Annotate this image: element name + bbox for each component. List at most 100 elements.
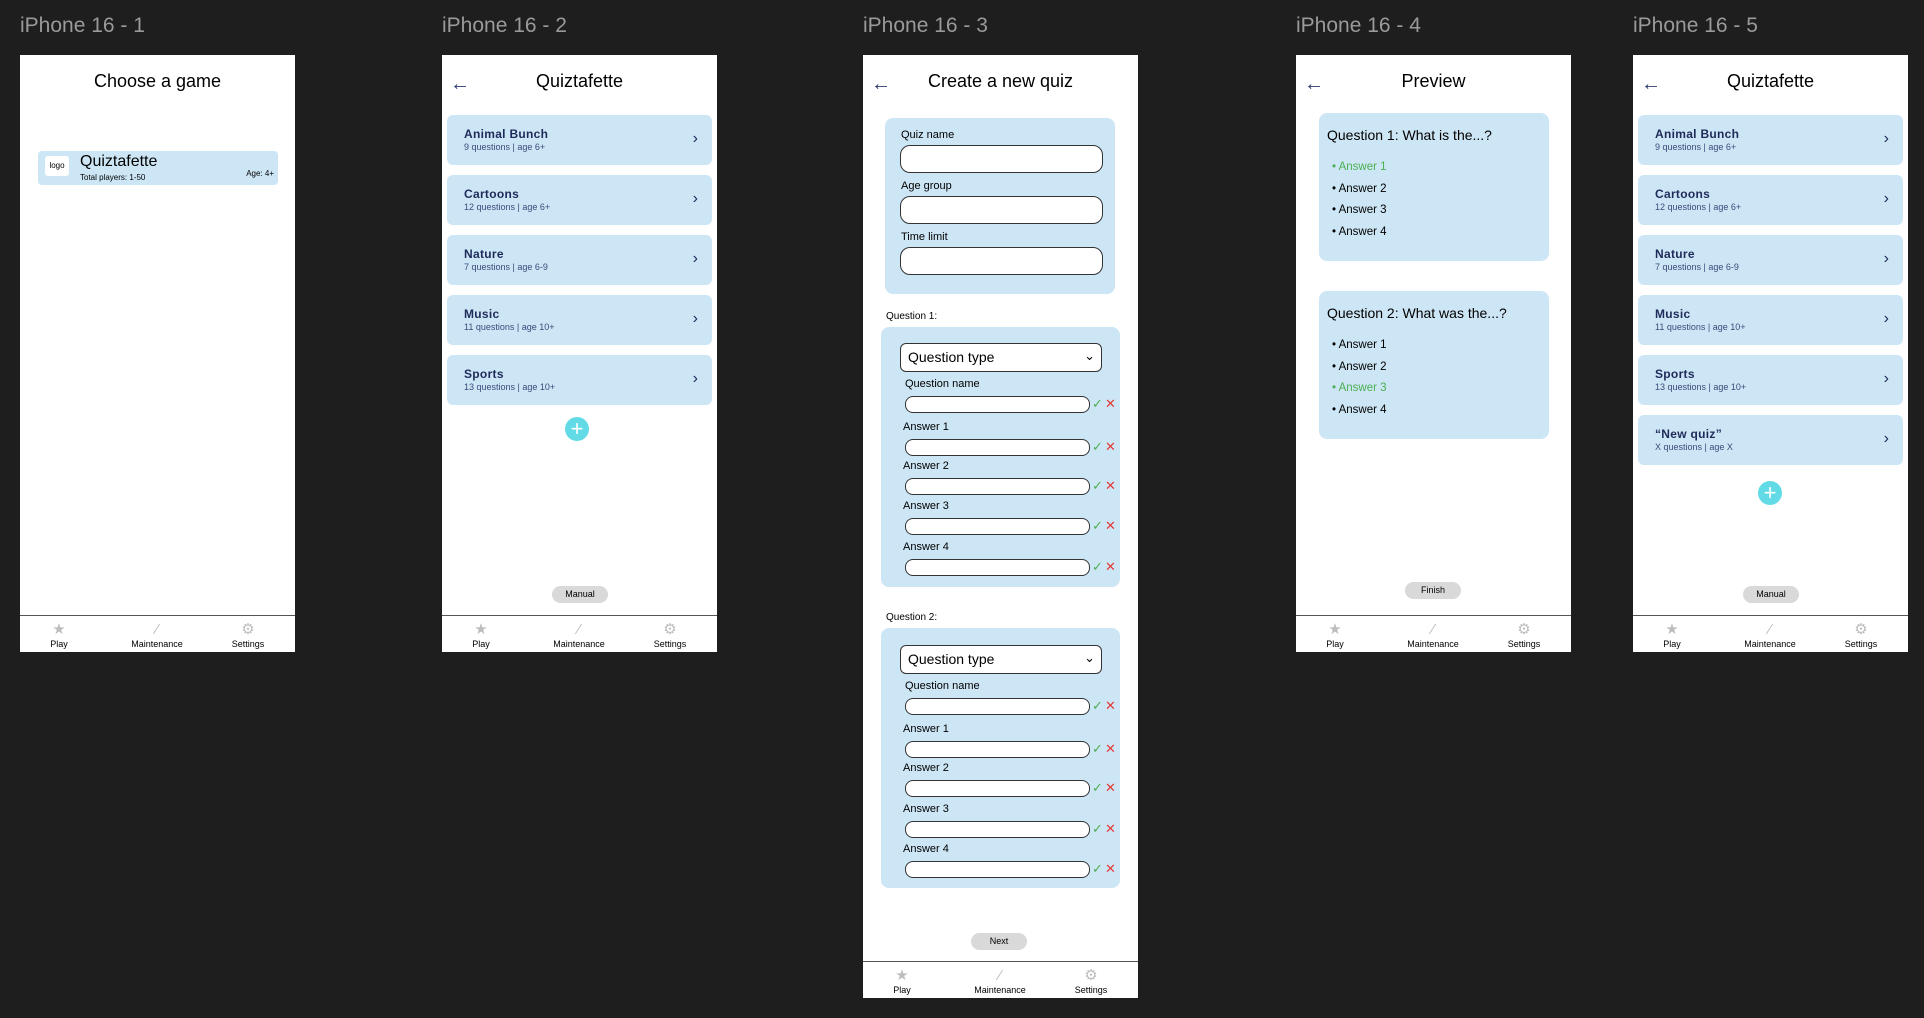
frame-label-2: iPhone 16 - 2 [442,14,567,37]
nav-play[interactable]: ★ Play [24,622,94,649]
nav-settings[interactable]: ⚙ Settings [635,622,705,649]
answer-item: • Answer 3 [1332,204,1387,216]
game-card-quiztafette[interactable]: logo Quiztafette Total players: 1-50 Age… [38,151,278,185]
answer-item: • Answer 2 [1332,361,1387,373]
nav-play[interactable]: ★ Play [1300,622,1370,649]
finish-button[interactable]: Finish [1405,582,1461,599]
answer-input[interactable] [905,780,1090,797]
answer-input[interactable] [905,478,1090,495]
quiz-card[interactable]: Sports 13 questions | age 10+ › [1638,355,1903,405]
question-name-label: Question name [905,378,980,390]
next-button[interactable]: Next [971,933,1027,950]
wrench-icon: ⁄ [1431,621,1435,638]
manual-button[interactable]: Manual [552,586,608,603]
cross-icon[interactable]: ✕ [1105,699,1116,712]
gear-icon: ⚙ [1517,621,1531,638]
quiz-card[interactable]: Nature 7 questions | age 6-9 › [1638,235,1903,285]
time-limit-input[interactable] [900,247,1103,275]
nav-maintenance[interactable]: ⁄ Maintenance [544,622,614,649]
cross-icon[interactable]: ✕ [1105,742,1116,755]
answer-input[interactable] [905,821,1090,838]
question-name-label: Question name [905,680,980,692]
star-icon: ★ [1665,621,1679,638]
nav-maintenance[interactable]: ⁄ Maintenance [122,622,192,649]
question-2-panel: Question type ⌄ Question name ✓ ✕ Answer … [881,628,1120,888]
check-icon[interactable]: ✓ [1092,699,1103,712]
question-2-label: Question 2: [886,612,938,623]
question-type-select[interactable]: Question type ⌄ [900,343,1102,372]
answer-input[interactable] [905,559,1090,576]
check-icon[interactable]: ✓ [1092,519,1103,532]
check-icon[interactable]: ✓ [1092,440,1103,453]
cross-icon[interactable]: ✕ [1105,862,1116,875]
question-1-panel: Question type ⌄ Question name ✓ ✕ Answer … [881,327,1120,587]
cross-icon[interactable]: ✕ [1105,560,1116,573]
question-name-input[interactable] [905,396,1090,413]
cross-icon[interactable]: ✕ [1105,781,1116,794]
check-icon[interactable]: ✓ [1092,862,1103,875]
cross-icon[interactable]: ✕ [1105,479,1116,492]
answer-item-correct: • Answer 3 [1332,382,1387,394]
screen-choose-game: Choose a game logo Quiztafette Total pla… [20,55,295,652]
quiz-card[interactable]: Music 11 questions | age 10+ › [447,295,712,345]
quiz-card[interactable]: Cartoons 12 questions | age 6+ › [1638,175,1903,225]
quiz-name-input[interactable] [900,145,1103,173]
answer-item: • Answer 1 [1332,339,1387,351]
quiz-card[interactable]: Sports 13 questions | age 10+ › [447,355,712,405]
nav-settings[interactable]: ⚙ Settings [1489,622,1559,649]
answer-input[interactable] [905,861,1090,878]
preview-question-1: Question 1: What is the...? • Answer 1 •… [1319,113,1549,261]
quiz-card-new[interactable]: “New quiz” X questions | age X › [1638,415,1903,465]
answer-label: Answer 2 [903,762,949,774]
question-text: Question 1: What is the...? [1327,127,1492,143]
nav-settings[interactable]: ⚙ Settings [213,622,283,649]
answer-item-correct: • Answer 1 [1332,161,1387,173]
chevron-right-icon: › [1883,190,1889,207]
bottom-nav: ★ Play ⁄ Maintenance ⚙ Settings [20,615,295,652]
quiz-card[interactable]: Animal Bunch 9 questions | age 6+ › [447,115,712,165]
manual-button[interactable]: Manual [1743,586,1799,603]
answer-input[interactable] [905,439,1090,456]
check-icon[interactable]: ✓ [1092,479,1103,492]
chevron-right-icon: › [1883,250,1889,267]
star-icon: ★ [52,621,66,638]
gear-icon: ⚙ [663,621,677,638]
nav-settings[interactable]: ⚙ Settings [1826,622,1896,649]
age-group-input[interactable] [900,196,1103,224]
page-title: Choose a game [93,71,222,91]
check-icon[interactable]: ✓ [1092,560,1103,573]
cross-icon[interactable]: ✕ [1105,397,1116,410]
question-name-input[interactable] [905,698,1090,715]
quiz-card[interactable]: Animal Bunch 9 questions | age 6+ › [1638,115,1903,165]
add-quiz-button[interactable]: + [565,417,589,441]
add-quiz-button[interactable]: + [1758,481,1782,505]
quiz-card[interactable]: Music 11 questions | age 10+ › [1638,295,1903,345]
check-icon[interactable]: ✓ [1092,397,1103,410]
check-icon[interactable]: ✓ [1092,781,1103,794]
answer-item: • Answer 4 [1332,404,1387,416]
chevron-right-icon: › [1883,430,1889,447]
bottom-nav: ★ Play ⁄ Maintenance ⚙ Settings [442,615,717,652]
nav-settings[interactable]: ⚙ Settings [1056,968,1126,995]
page-title: Preview [1401,71,1466,91]
nav-maintenance[interactable]: ⁄ Maintenance [965,968,1035,995]
cross-icon[interactable]: ✕ [1105,822,1116,835]
check-icon[interactable]: ✓ [1092,822,1103,835]
quiz-card[interactable]: Cartoons 12 questions | age 6+ › [447,175,712,225]
answer-input[interactable] [905,741,1090,758]
nav-play[interactable]: ★ Play [867,968,937,995]
question-type-select[interactable]: Question type ⌄ [900,645,1102,674]
answer-input[interactable] [905,518,1090,535]
cross-icon[interactable]: ✕ [1105,519,1116,532]
screen-quiz-list: ← Quiztafette Animal Bunch 9 questions | … [442,55,717,652]
quiz-card[interactable]: Nature 7 questions | age 6-9 › [447,235,712,285]
check-icon[interactable]: ✓ [1092,742,1103,755]
nav-maintenance[interactable]: ⁄ Maintenance [1735,622,1805,649]
chevron-right-icon: › [1883,370,1889,387]
nav-maintenance[interactable]: ⁄ Maintenance [1398,622,1468,649]
quiz-name-label: Quiz name [901,129,955,141]
nav-play[interactable]: ★ Play [1637,622,1707,649]
nav-play[interactable]: ★ Play [446,622,516,649]
wrench-icon: ⁄ [998,967,1002,984]
cross-icon[interactable]: ✕ [1105,440,1116,453]
